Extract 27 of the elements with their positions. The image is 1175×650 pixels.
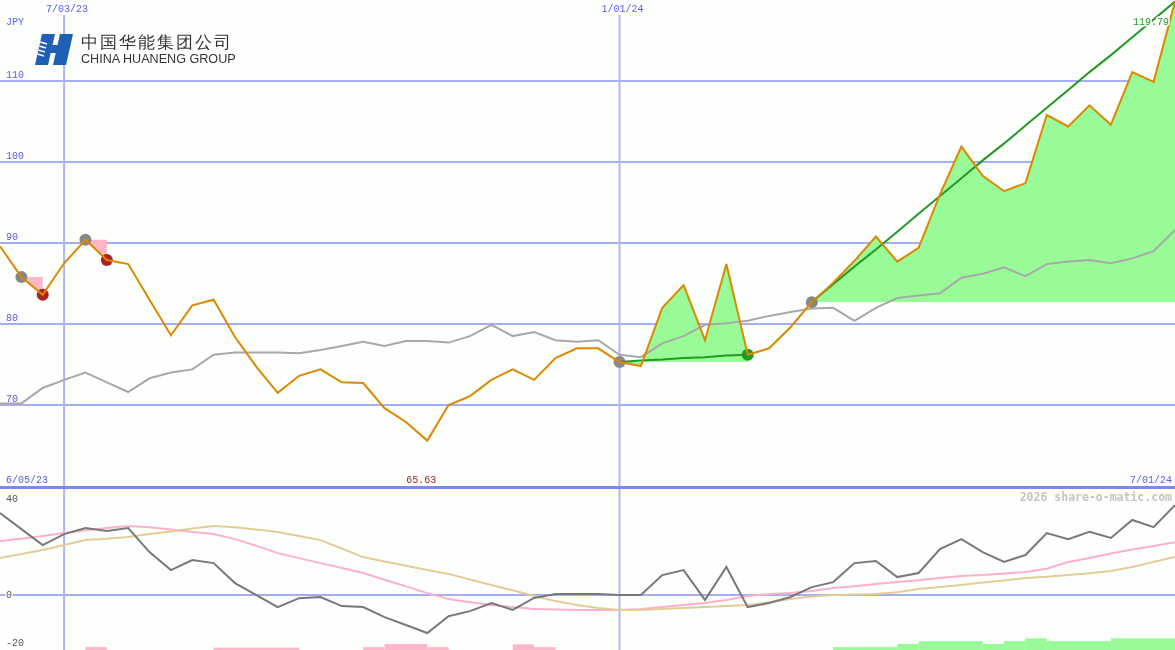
y-axis-label: 90	[6, 232, 18, 243]
start-marker-icon	[79, 233, 92, 246]
y-axis-label: 40	[6, 493, 18, 505]
axis-unit-label: JPY	[6, 17, 24, 28]
start-date-label: 6/05/23	[6, 475, 48, 486]
x-axis-label: 1/01/24	[601, 4, 644, 15]
credit-text: 2026 share-o-matic.com	[1019, 490, 1172, 504]
start-marker-icon	[805, 296, 818, 309]
y-axis-label: 70	[6, 394, 18, 405]
down-marker-icon	[100, 254, 113, 266]
up-marker-icon	[741, 348, 754, 361]
company-name-chinese: 中国华能集团公司	[81, 33, 234, 52]
start-marker-icon	[613, 356, 626, 369]
end-date-label: 7/01/24	[1130, 475, 1172, 486]
histogram-bar	[85, 647, 107, 650]
start-marker-icon	[15, 271, 28, 283]
y-axis-label: 80	[6, 313, 18, 324]
histogram-bar	[1110, 638, 1175, 650]
company-name-english: CHINA HUANENG GROUP	[81, 52, 236, 66]
y-axis-label: 110	[6, 70, 24, 81]
logo-icon	[35, 34, 73, 65]
low-value-label: 65.63	[406, 475, 437, 486]
down-marker-icon	[36, 288, 49, 301]
x-axis-label: 7/03/23	[46, 4, 89, 15]
y-axis-label: 0	[6, 589, 12, 601]
y-axis-label: 100	[6, 151, 24, 162]
y-axis-label: -20	[6, 637, 24, 649]
